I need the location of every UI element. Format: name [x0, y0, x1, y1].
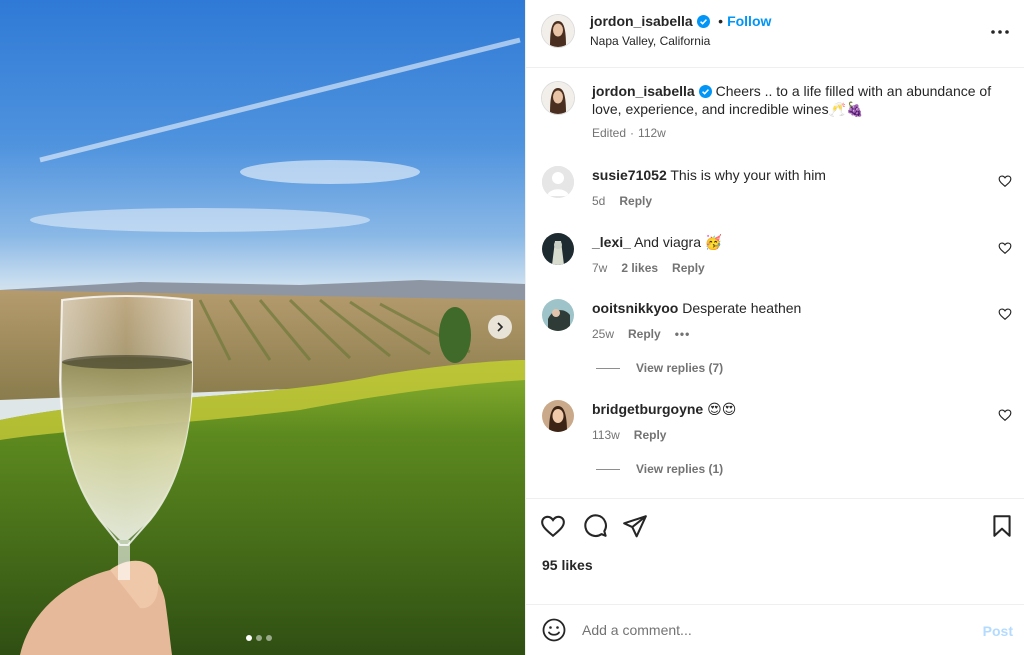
view-replies-button[interactable]: View replies (7) [596, 361, 723, 375]
author-avatar[interactable] [542, 82, 574, 114]
commenter-avatar[interactable] [542, 233, 574, 265]
comment-text: This is why your with him [670, 167, 826, 183]
view-replies-label: View replies (1) [636, 462, 724, 476]
caption-username[interactable]: jordon_isabella [592, 83, 695, 99]
default-avatar-icon [542, 166, 574, 198]
comments-section: jordon_isabella Cheers .. to a life fill… [526, 68, 1024, 498]
reply-button[interactable]: Reply [672, 259, 705, 277]
commenter-avatar[interactable] [542, 400, 574, 432]
reply-button[interactable]: Reply [619, 192, 652, 210]
comment-input[interactable] [582, 619, 962, 641]
comment-likes-count[interactable]: 2 likes [621, 259, 658, 277]
more-icon [991, 30, 1009, 34]
verified-icon [698, 85, 712, 98]
post-details-panel: jordon_isabella • Follow Napa Valley, Cal… [525, 0, 1024, 655]
carousel-dot [246, 635, 252, 641]
emoji-icon[interactable] [542, 618, 566, 642]
caption-emoji: 🥂🍇 [828, 101, 864, 117]
carousel-dot [256, 635, 262, 641]
post-comment-button[interactable]: Post [983, 623, 1013, 639]
commenter-avatar[interactable] [542, 299, 574, 331]
comment-age: 7w [592, 261, 608, 275]
author-avatar[interactable] [542, 15, 574, 47]
like-comment-heart-icon[interactable] [998, 408, 1012, 422]
comment-username[interactable]: _lexi_ [592, 234, 631, 250]
like-comment-heart-icon[interactable] [998, 241, 1012, 255]
likes-count[interactable]: 95 likes [542, 557, 593, 573]
reply-button[interactable]: Reply [628, 325, 661, 343]
action-bar: 95 likes [526, 498, 1024, 604]
meta-separator: · [630, 126, 635, 140]
author-username[interactable]: jordon_isabella [590, 13, 693, 29]
post-header: jordon_isabella • Follow Napa Valley, Cal… [526, 0, 1024, 68]
replies-divider [596, 367, 620, 369]
like-comment-heart-icon[interactable] [998, 307, 1012, 321]
avatar-image [542, 400, 574, 432]
share-icon[interactable] [622, 513, 648, 539]
replies-divider [596, 468, 620, 470]
comment-age: 5d [592, 194, 606, 208]
comment-age: 113w [592, 428, 620, 442]
comment-text: Desperate heathen [682, 300, 802, 316]
carousel-next-button[interactable] [488, 315, 512, 339]
comment-username[interactable]: bridgetburgoyne [592, 401, 703, 417]
post-media[interactable] [0, 0, 525, 655]
comment-username[interactable]: ooitsnikkyoo [592, 300, 678, 316]
like-comment-heart-icon[interactable] [998, 174, 1012, 188]
carousel-indicator [246, 635, 272, 641]
comment-text: And viagra 🥳 [634, 234, 723, 250]
avatar-image [542, 15, 574, 47]
avatar-image [542, 233, 574, 265]
add-comment-bar: Post [526, 604, 1024, 655]
edited-label: Edited [592, 126, 627, 140]
comment-text: 😍😍 [707, 401, 737, 417]
avatar-image [542, 299, 574, 331]
follow-separator: • [718, 13, 724, 29]
caption-age: 112w [638, 126, 666, 140]
chevron-right-icon [497, 322, 504, 332]
view-replies-button[interactable]: View replies (1) [596, 462, 723, 476]
verified-icon [696, 15, 710, 28]
reply-button[interactable]: Reply [634, 426, 667, 444]
more-options-button[interactable] [989, 22, 1011, 42]
comment-icon[interactable] [582, 513, 608, 539]
vineyard-photo [0, 37, 525, 655]
avatar-image [542, 82, 574, 114]
comment-age: 25w [592, 327, 615, 341]
comment-more-button[interactable]: ••• [675, 325, 691, 343]
heart-icon[interactable] [540, 513, 566, 539]
view-replies-label: View replies (7) [636, 361, 724, 375]
comment-username[interactable]: susie71052 [592, 167, 667, 183]
carousel-dot [266, 635, 272, 641]
bookmark-icon[interactable] [989, 513, 1015, 539]
post-location[interactable]: Napa Valley, California [590, 34, 710, 48]
follow-button[interactable]: Follow [727, 13, 771, 29]
commenter-avatar[interactable] [542, 166, 574, 198]
